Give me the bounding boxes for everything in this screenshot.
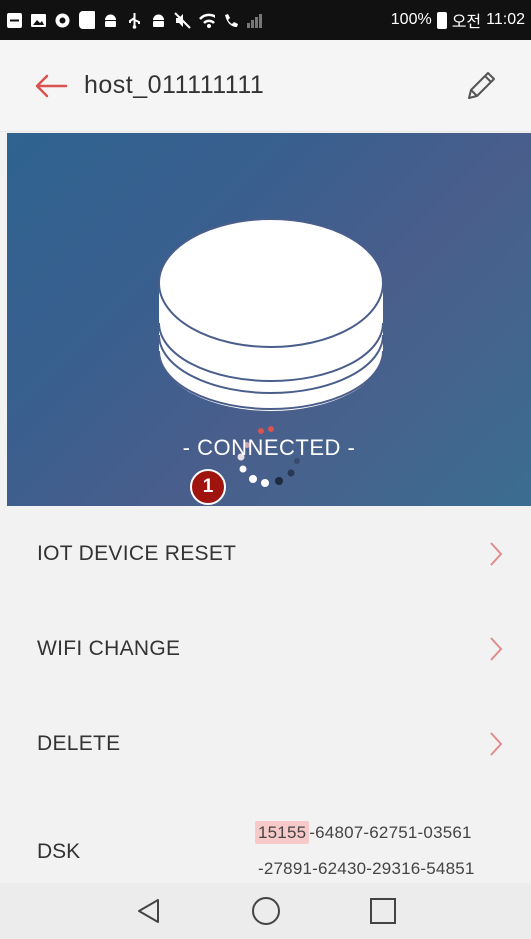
menu-item-label: IOT DEVICE RESET (37, 541, 237, 565)
image-icon (30, 12, 47, 29)
usb-icon (126, 12, 143, 29)
status-bar: 100% 오전 11:02 (0, 0, 531, 40)
battery-icon (436, 11, 447, 29)
step-marker-badge: 1 (190, 469, 226, 505)
dsk-line1-rest: -64807-62751-03561 (309, 823, 472, 842)
nav-recents-icon[interactable] (363, 891, 403, 931)
connection-status: - CONNECTED - (182, 435, 356, 460)
status-icons (6, 11, 391, 29)
menu-item-wifi-change[interactable]: WIFI CHANGE (0, 601, 531, 696)
wifi-icon (198, 12, 215, 29)
signal-bars-icon (246, 12, 263, 29)
system-nav-bar (0, 883, 531, 939)
hub-device-icon (158, 218, 384, 411)
square-icon (78, 11, 95, 29)
dsk-label: DSK (37, 840, 81, 863)
arrow-left-icon[interactable] (34, 67, 72, 105)
device-hero-panel: - CONNECTED - 1 (7, 133, 531, 506)
menu-item-delete[interactable]: DELETE (0, 696, 531, 791)
chevron-right-icon (489, 539, 509, 569)
status-time: 11:02 (486, 11, 525, 28)
nav-back-icon[interactable] (129, 891, 169, 931)
android-icon (150, 12, 167, 29)
status-right: 100% 오전 11:02 (391, 8, 525, 32)
app-bar: host_011111111 (0, 40, 531, 132)
dsk-row: DSK 15155 -64807-62751-03561 -27891-62430… (0, 815, 531, 883)
android-icon (102, 12, 119, 29)
minus-box-icon (6, 12, 23, 29)
dsk-value-line1: 15155 -64807-62751-03561 (255, 821, 472, 844)
chevron-right-icon (489, 634, 509, 664)
battery-percent: 100% (390, 11, 432, 28)
dsk-value-line2: -27891-62430-29316-54851 (258, 859, 475, 878)
phone-signal-icon (222, 12, 239, 29)
menu-item-iot-device-reset[interactable]: IOT DEVICE RESET (0, 506, 531, 601)
mute-icon (174, 11, 191, 29)
status-ampm: 오전 (451, 14, 482, 31)
pencil-icon[interactable] (461, 66, 501, 106)
menu-item-label: WIFI CHANGE (37, 636, 181, 660)
chevron-right-icon (489, 729, 509, 759)
page-title: host_011111111 (84, 71, 265, 99)
nav-home-icon[interactable] (246, 891, 286, 931)
app-icon (54, 12, 71, 29)
menu-item-label: DELETE (37, 731, 121, 755)
settings-menu: IOT DEVICE RESET WIFI CHANGE DELETE (0, 506, 531, 791)
dsk-highlight: 15155 (255, 821, 310, 844)
